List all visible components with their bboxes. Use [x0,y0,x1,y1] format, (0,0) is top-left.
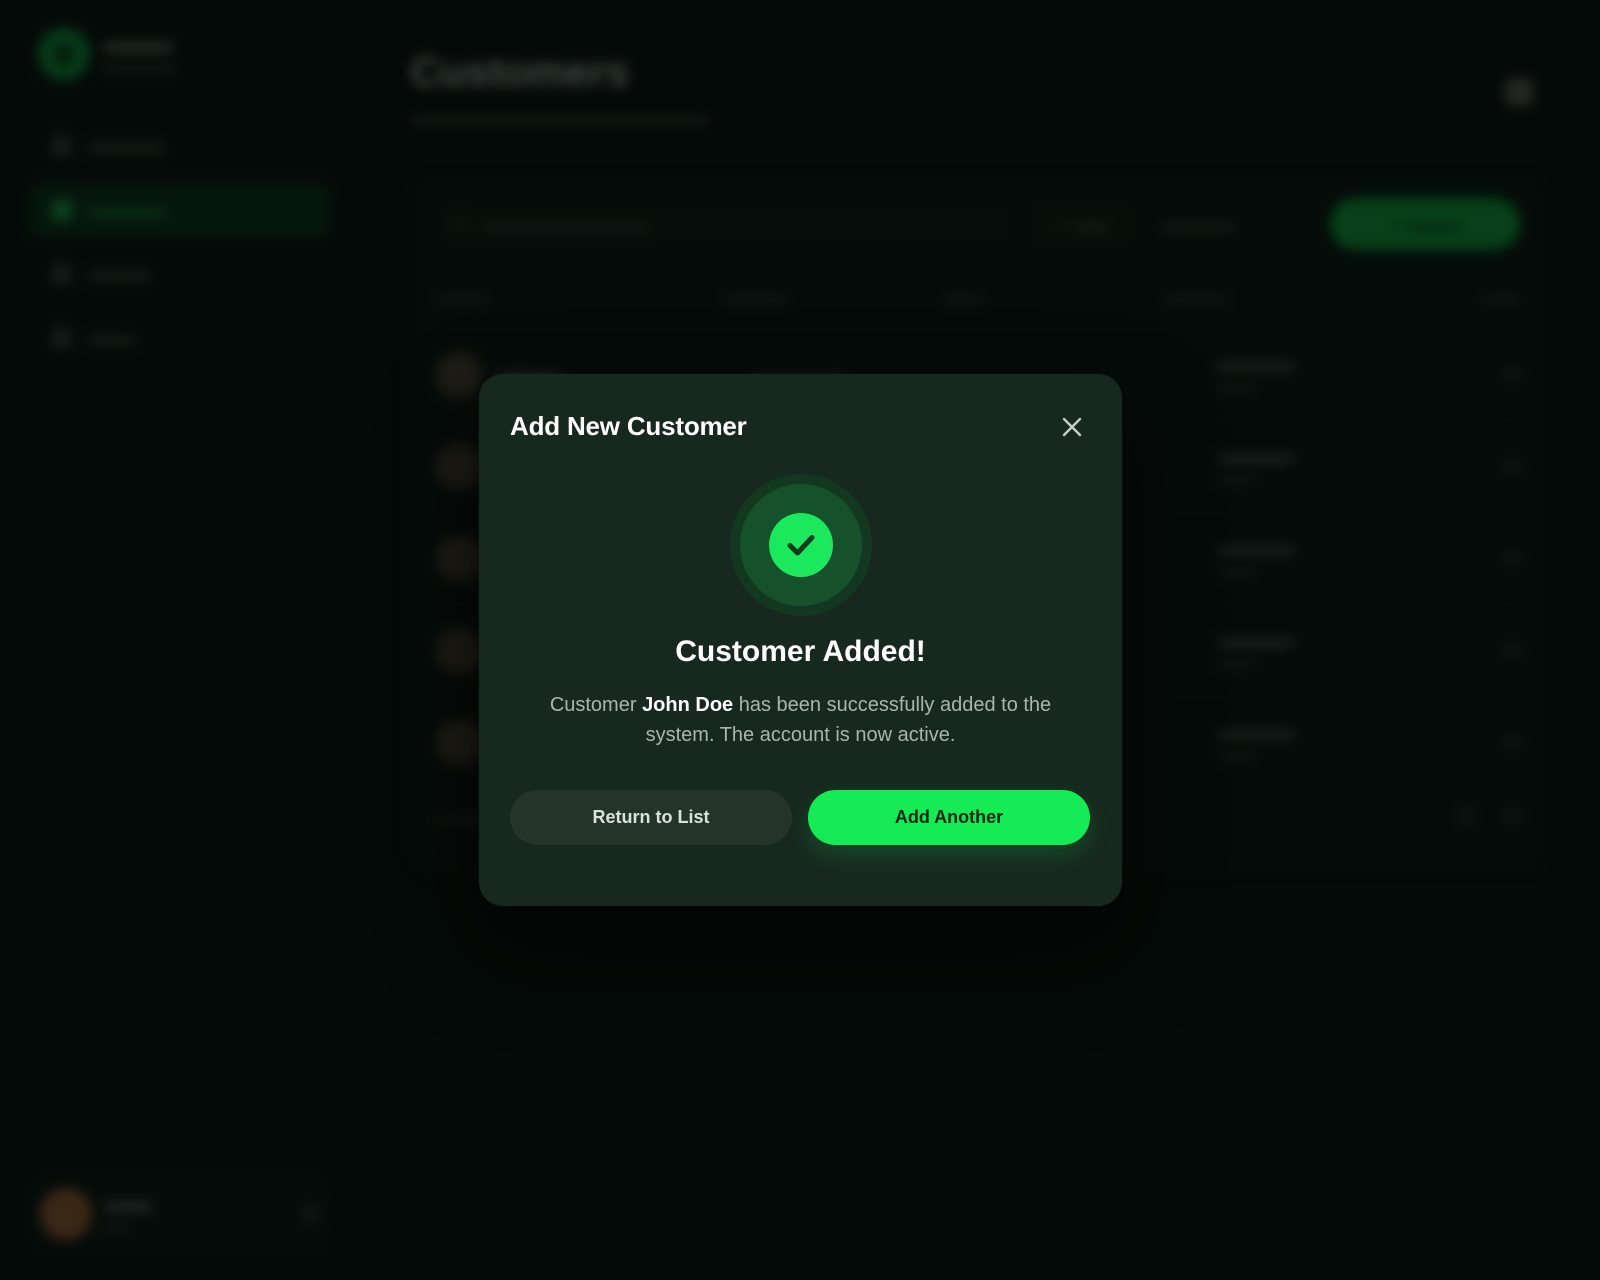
app-root: ▬▬▬▬ ▬▬▬▬▬▬ ▬▬▬▬▬ ▬▬▬▬▬ ▬▬▬▬ ▬▬▬ ▬▬▬ ▬▬ … [0,0,1600,1280]
return-to-list-button[interactable]: Return to List [510,790,792,845]
customer-name: John Doe [642,694,734,716]
add-customer-modal: Add New Customer Customer Added! Custome… [479,374,1122,906]
modal-title: Add New Customer [510,411,747,441]
success-heading: Customer Added! [675,635,926,668]
success-badge [730,474,872,616]
message-prefix: Customer [549,694,643,716]
check-circle-icon [769,513,833,577]
success-message: Customer John Doe has been successfully … [539,690,1062,750]
close-button[interactable] [1055,410,1089,444]
add-another-button[interactable]: Add Another [808,790,1090,845]
close-icon [1062,417,1082,437]
check-icon [787,535,815,556]
